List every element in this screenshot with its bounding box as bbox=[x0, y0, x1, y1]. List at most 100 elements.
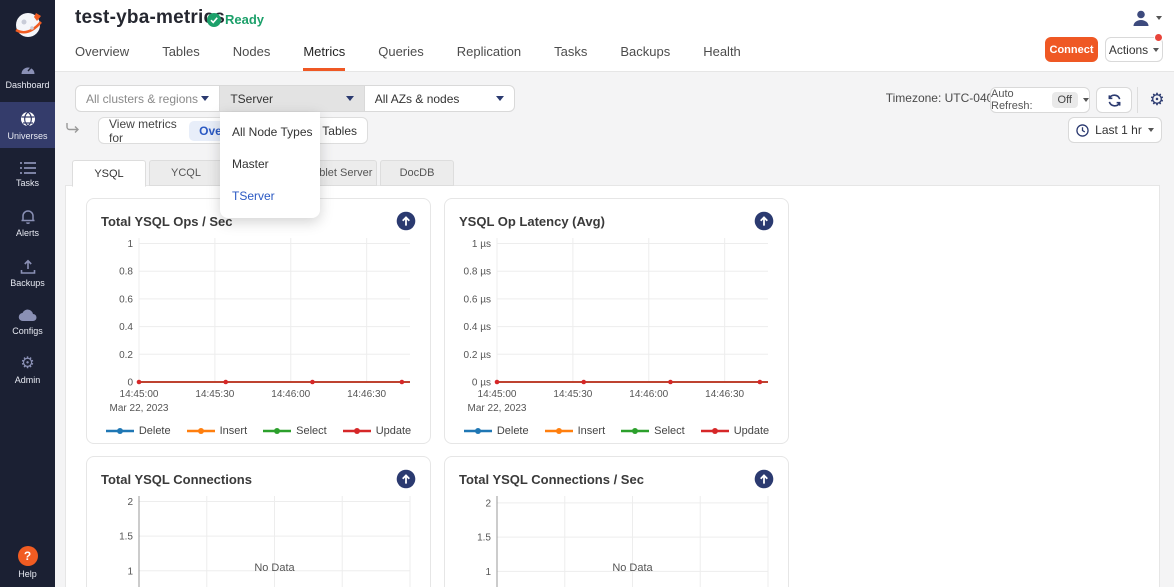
sidebar-item-label: Tasks bbox=[16, 178, 39, 188]
tab-metrics[interactable]: Metrics bbox=[303, 44, 345, 71]
sidebar-item-configs[interactable]: Configs bbox=[0, 300, 55, 343]
indent-arrow-icon bbox=[65, 121, 81, 140]
chart-title: Total YSQL Ops / Sec bbox=[101, 214, 233, 229]
legend-line-icon bbox=[263, 427, 291, 435]
legend-item-delete[interactable]: Delete bbox=[464, 425, 529, 437]
charts-panel: Total YSQL Ops / Sec 00.20.40.60.8114:45… bbox=[65, 185, 1160, 587]
tab-backups[interactable]: Backups bbox=[620, 44, 670, 71]
tab-nodes[interactable]: Nodes bbox=[233, 44, 271, 71]
chevron-down-icon bbox=[1153, 48, 1159, 52]
sidebar-item-admin[interactable]: ⚙ Admin bbox=[0, 348, 55, 392]
chart-card-total-ysql-connections-sec: Total YSQL Connections / Sec 21.51No Dat… bbox=[444, 456, 789, 587]
actions-button[interactable]: Actions bbox=[1105, 37, 1163, 62]
legend-line-icon bbox=[464, 427, 492, 435]
sidebar-item-label: Configs bbox=[12, 326, 43, 336]
menu-item-tserver[interactable]: TServer bbox=[220, 180, 320, 212]
tab-overview[interactable]: Overview bbox=[75, 44, 129, 71]
chart-title: Total YSQL Connections bbox=[101, 472, 252, 487]
sidebar-item-universes[interactable]: Universes bbox=[0, 102, 55, 148]
user-avatar-icon bbox=[1131, 8, 1151, 28]
chart-options-icon[interactable] bbox=[754, 211, 774, 231]
chart-card-total-ysql-connections: Total YSQL Connections 00.511.5200.511.5… bbox=[86, 456, 431, 587]
chevron-down-icon bbox=[346, 96, 354, 101]
sidebar-item-alerts[interactable]: Alerts bbox=[0, 200, 55, 245]
auto-refresh-control[interactable]: Auto Refresh: Off bbox=[990, 87, 1090, 113]
legend-item-insert[interactable]: Insert bbox=[545, 425, 606, 437]
legend-item-update[interactable]: Update bbox=[701, 425, 769, 437]
svg-text:0: 0 bbox=[127, 378, 133, 389]
settings-gear-button[interactable]: ⚙ bbox=[1142, 87, 1172, 113]
legend-item-update[interactable]: Update bbox=[343, 425, 411, 437]
chart-options-icon[interactable] bbox=[754, 469, 774, 489]
universe-title: test-yba-metrics bbox=[75, 7, 225, 29]
svg-text:0.8: 0.8 bbox=[119, 267, 133, 278]
help-label: Help bbox=[18, 569, 37, 579]
chevron-down-icon bbox=[496, 96, 504, 101]
sidebar-item-label: Alerts bbox=[16, 228, 39, 238]
sidebar-item-label: Backups bbox=[10, 278, 45, 288]
svg-text:0.6 µs: 0.6 µs bbox=[464, 294, 491, 305]
tab-replication[interactable]: Replication bbox=[457, 44, 521, 71]
chart-legend: Delete Insert Select Update bbox=[101, 420, 416, 442]
chart-options-icon[interactable] bbox=[396, 469, 416, 489]
chevron-down-icon bbox=[1083, 98, 1089, 102]
node-type-select[interactable]: TServer bbox=[220, 86, 364, 111]
svg-text:0.6: 0.6 bbox=[119, 294, 133, 305]
sidebar-item-backups[interactable]: Backups bbox=[0, 250, 55, 295]
connect-button[interactable]: Connect bbox=[1045, 37, 1098, 62]
azs-nodes-select[interactable]: All AZs & nodes bbox=[365, 86, 514, 111]
divider bbox=[1137, 87, 1138, 113]
chart-plot: 00.20.40.60.8114:45:00Mar 22, 202314:45:… bbox=[101, 233, 418, 420]
chart-title: Total YSQL Connections / Sec bbox=[459, 472, 644, 487]
menu-item-master[interactable]: Master bbox=[220, 148, 320, 180]
tasks-icon bbox=[19, 161, 37, 175]
legend-item-insert[interactable]: Insert bbox=[187, 425, 248, 437]
metric-tab-ycql[interactable]: YCQL bbox=[149, 160, 223, 186]
legend-item-select[interactable]: Select bbox=[621, 425, 685, 437]
legend-line-icon bbox=[106, 427, 134, 435]
chevron-down-icon bbox=[201, 96, 209, 101]
tab-tasks[interactable]: Tasks bbox=[554, 44, 587, 71]
bell-icon bbox=[19, 208, 37, 225]
chart-legend: Delete Insert Select Update bbox=[459, 420, 774, 442]
svg-text:1 µs: 1 µs bbox=[472, 239, 491, 250]
svg-text:14:45:30: 14:45:30 bbox=[195, 389, 234, 400]
app-window: Dashboard Universes Tasks bbox=[0, 0, 1174, 587]
legend-line-icon bbox=[545, 427, 573, 435]
refresh-icon bbox=[1107, 93, 1122, 108]
node-type-dropdown-menu: All Node Types Master TServer bbox=[220, 112, 320, 218]
svg-text:1.5: 1.5 bbox=[477, 533, 491, 544]
svg-text:No Data: No Data bbox=[254, 562, 295, 574]
user-menu[interactable] bbox=[1131, 8, 1162, 28]
yugabyte-logo-icon[interactable] bbox=[8, 6, 48, 46]
sidebar-item-tasks[interactable]: Tasks bbox=[0, 153, 55, 195]
metric-tab-ysql[interactable]: YSQL bbox=[72, 160, 146, 187]
menu-item-all-node-types[interactable]: All Node Types bbox=[220, 116, 320, 148]
backup-upload-icon bbox=[19, 258, 37, 275]
check-circle-icon bbox=[207, 13, 221, 27]
tab-health[interactable]: Health bbox=[703, 44, 741, 71]
time-range-button[interactable]: Last 1 hr bbox=[1068, 117, 1162, 143]
clusters-regions-select[interactable]: All clusters & regions bbox=[76, 86, 220, 111]
svg-text:1: 1 bbox=[485, 567, 491, 578]
chart-title: YSQL Op Latency (Avg) bbox=[459, 214, 605, 229]
svg-text:0.4: 0.4 bbox=[119, 322, 133, 333]
sidebar-nav: Dashboard Universes Tasks bbox=[0, 48, 55, 392]
help-icon[interactable]: ? bbox=[18, 546, 38, 566]
legend-item-delete[interactable]: Delete bbox=[106, 425, 171, 437]
refresh-button[interactable] bbox=[1096, 87, 1132, 113]
legend-line-icon bbox=[621, 427, 649, 435]
tab-tables[interactable]: Tables bbox=[162, 44, 200, 71]
svg-text:14:45:30: 14:45:30 bbox=[553, 389, 592, 400]
universe-tabs: Overview Tables Nodes Metrics Queries Re… bbox=[75, 44, 741, 71]
svg-text:No Data: No Data bbox=[612, 562, 653, 574]
sidebar: Dashboard Universes Tasks bbox=[0, 0, 55, 587]
dashboard-icon bbox=[19, 61, 37, 77]
legend-line-icon bbox=[343, 427, 371, 435]
chart-options-icon[interactable] bbox=[396, 211, 416, 231]
sidebar-item-dashboard[interactable]: Dashboard bbox=[0, 53, 55, 97]
tab-queries[interactable]: Queries bbox=[378, 44, 424, 71]
svg-text:14:46:00: 14:46:00 bbox=[271, 389, 310, 400]
legend-item-select[interactable]: Select bbox=[263, 425, 327, 437]
metric-tab-docdb[interactable]: DocDB bbox=[380, 160, 454, 186]
